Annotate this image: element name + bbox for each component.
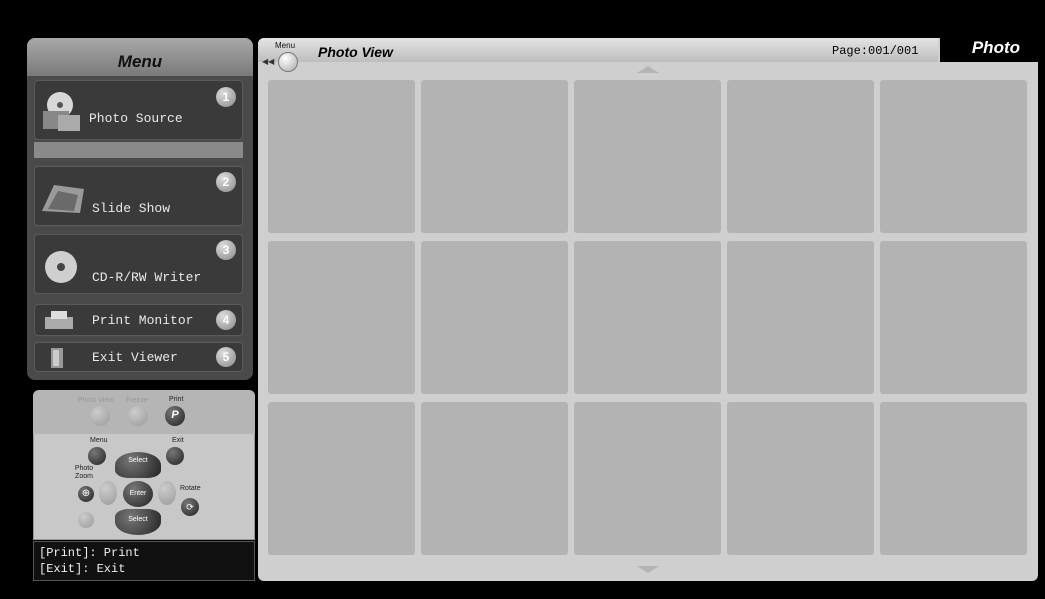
menu-item-slide-show[interactable]: Slide Show 2 bbox=[34, 166, 243, 226]
select-up-label: Select bbox=[128, 457, 148, 464]
exit-door-icon bbox=[51, 348, 63, 368]
photo-thumbnail[interactable] bbox=[421, 80, 568, 233]
number-badge-4: 4 bbox=[216, 310, 236, 330]
remote-label-rotate: Rotate bbox=[180, 485, 201, 492]
remote-label-print: Print bbox=[169, 396, 184, 403]
photo-tab-label: Photo bbox=[971, 38, 1020, 57]
scroll-down-icon[interactable] bbox=[637, 566, 659, 573]
scroll-up-icon[interactable] bbox=[637, 66, 659, 73]
photo-thumbnail[interactable] bbox=[574, 80, 721, 233]
menu-header: Menu bbox=[27, 38, 253, 76]
view-title: Photo View bbox=[318, 44, 393, 60]
remote-left-button bbox=[99, 481, 117, 505]
menu-title: Menu bbox=[117, 52, 163, 71]
zoom-in-icon: ⊕ bbox=[81, 488, 91, 499]
remote-label-menu: Menu bbox=[90, 437, 108, 444]
menu-item-label: Slide Show bbox=[92, 201, 171, 216]
menu-item-cd-writer[interactable]: CD-R/RW Writer 3 bbox=[34, 234, 243, 294]
menu-toggle-button[interactable] bbox=[278, 52, 298, 72]
cd-icon bbox=[45, 251, 77, 283]
number-badge-3: 3 bbox=[216, 240, 236, 260]
remote-freeze-button bbox=[128, 406, 148, 426]
photo-thumbnail[interactable] bbox=[880, 241, 1027, 394]
number-badge-1: 1 bbox=[216, 87, 236, 107]
photo-thumbnail[interactable] bbox=[574, 241, 721, 394]
remote-zoom-out-button bbox=[78, 512, 94, 528]
number-badge-2: 2 bbox=[216, 172, 236, 192]
remote-right-button bbox=[158, 481, 176, 505]
photo-thumbnail[interactable] bbox=[421, 402, 568, 555]
menu-item-photo-source[interactable]: Photo Source 1 bbox=[34, 80, 243, 140]
menu-item-label: CD-R/RW Writer bbox=[92, 270, 202, 285]
remote-photo-view-button bbox=[90, 406, 110, 426]
remote-menu-button[interactable] bbox=[88, 447, 106, 465]
slide-show-icon bbox=[42, 185, 84, 213]
photo-thumbnail[interactable] bbox=[880, 80, 1027, 233]
photo-thumbnail[interactable] bbox=[421, 241, 568, 394]
remote-select-up-button[interactable]: Select bbox=[115, 452, 161, 478]
remote-label-freeze: Freeze bbox=[126, 397, 148, 404]
photo-thumbnail[interactable] bbox=[880, 402, 1027, 555]
menu-item-print-monitor[interactable]: Print Monitor 4 bbox=[34, 304, 243, 336]
remote-exit-button[interactable] bbox=[166, 447, 184, 465]
printer-icon bbox=[45, 311, 73, 329]
remote-label-photo-zoom: Photo Zoom bbox=[74, 465, 94, 480]
photo-thumbnail[interactable] bbox=[727, 241, 874, 394]
photo-thumbnail[interactable] bbox=[727, 402, 874, 555]
remote-label-photo-view: Photo View bbox=[78, 397, 114, 404]
menu-item-label: Exit Viewer bbox=[92, 350, 178, 365]
back-arrows-icon: ◀◀ bbox=[262, 57, 275, 66]
photo-thumbnail[interactable] bbox=[268, 241, 415, 394]
photo-thumbnail[interactable] bbox=[268, 80, 415, 233]
help-box: [Print]: Print [Exit]: Exit bbox=[33, 541, 255, 581]
photo-thumbnail[interactable] bbox=[574, 402, 721, 555]
menu-item-label: Photo Source bbox=[89, 111, 183, 126]
rotate-icon: ⟳ bbox=[186, 502, 194, 512]
help-line-print: [Print]: Print bbox=[39, 546, 140, 560]
help-line-exit: [Exit]: Exit bbox=[39, 562, 126, 576]
remote-print-button[interactable]: P bbox=[165, 406, 185, 426]
photo-thumbnail[interactable] bbox=[727, 80, 874, 233]
photo-source-icon bbox=[43, 92, 80, 131]
select-down-label: Select bbox=[128, 516, 148, 523]
menu-item-label: Print Monitor bbox=[92, 313, 194, 328]
number-badge-5: 5 bbox=[216, 347, 236, 367]
remote-label-exit: Exit bbox=[172, 437, 184, 444]
print-p-icon: P bbox=[171, 409, 179, 421]
menu-item-exit-viewer[interactable]: Exit Viewer 5 bbox=[34, 342, 243, 372]
remote-rotate-button[interactable]: ⟳ bbox=[181, 498, 199, 516]
remote-enter-button[interactable]: Enter bbox=[123, 481, 153, 507]
page-indicator: Page:001/001 bbox=[832, 44, 919, 58]
header-menu-label: Menu bbox=[275, 41, 296, 50]
photo-tab: Photo bbox=[940, 38, 1038, 62]
remote-zoom-in-button[interactable]: ⊕ bbox=[78, 486, 94, 502]
enter-label: Enter bbox=[129, 490, 147, 497]
remote-select-down-button[interactable]: Select bbox=[115, 509, 161, 535]
photo-thumbnail[interactable] bbox=[268, 402, 415, 555]
menu-item-highlight-bar bbox=[34, 142, 243, 158]
